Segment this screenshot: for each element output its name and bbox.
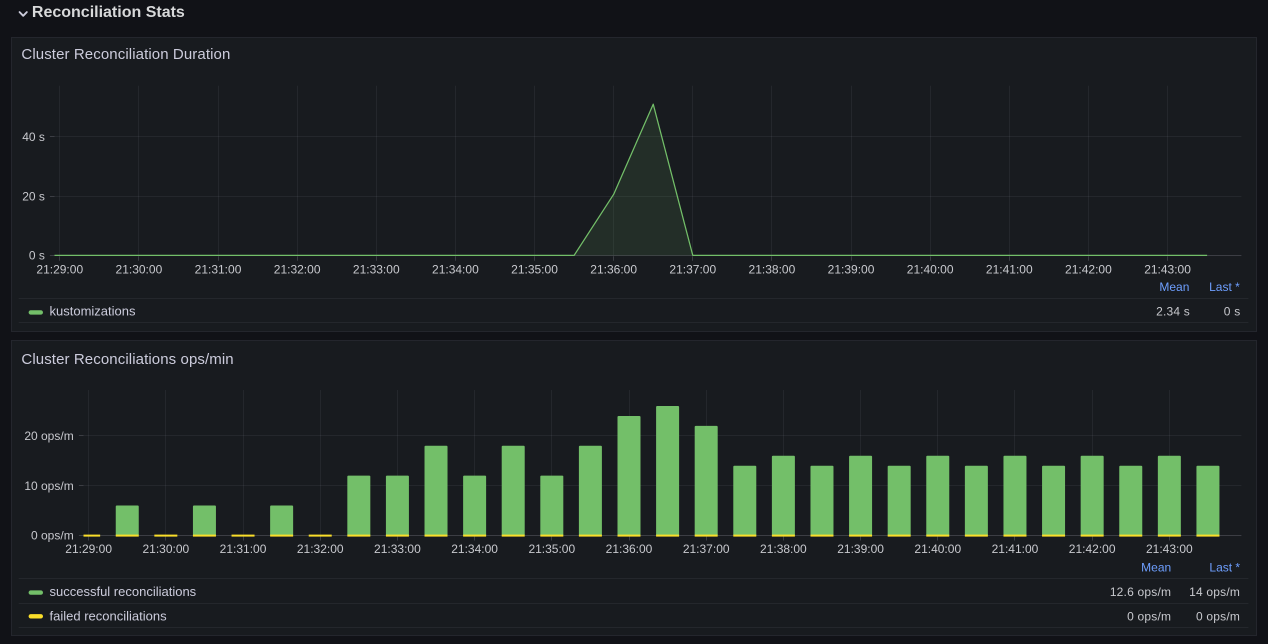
- svg-text:21:37:00: 21:37:00: [669, 263, 716, 277]
- svg-text:21:42:00: 21:42:00: [1065, 263, 1112, 277]
- svg-text:21:30:00: 21:30:00: [116, 263, 163, 277]
- svg-text:21:35:00: 21:35:00: [511, 263, 558, 277]
- svg-text:21:29:00: 21:29:00: [65, 542, 112, 556]
- svg-text:21:37:00: 21:37:00: [683, 542, 730, 556]
- svg-text:14 ops/m: 14 ops/m: [1189, 585, 1240, 599]
- svg-text:failed reconciliations: failed reconciliations: [50, 608, 168, 623]
- svg-text:Cluster Reconciliations ops/mi: Cluster Reconciliations ops/min: [21, 351, 233, 368]
- svg-text:Last *: Last *: [1209, 560, 1240, 574]
- svg-text:21:40:00: 21:40:00: [907, 263, 954, 277]
- svg-text:2.34 s: 2.34 s: [1156, 304, 1190, 318]
- svg-text:21:39:00: 21:39:00: [837, 542, 884, 556]
- svg-text:21:38:00: 21:38:00: [760, 542, 807, 556]
- svg-text:40 s: 40 s: [22, 130, 45, 144]
- svg-text:21:34:00: 21:34:00: [451, 542, 498, 556]
- svg-text:21:42:00: 21:42:00: [1069, 542, 1116, 556]
- svg-text:21:43:00: 21:43:00: [1146, 542, 1193, 556]
- svg-text:0 s: 0 s: [29, 249, 45, 263]
- svg-text:21:33:00: 21:33:00: [353, 263, 400, 277]
- svg-text:21:38:00: 21:38:00: [749, 263, 796, 277]
- svg-text:kustomizations: kustomizations: [50, 303, 136, 318]
- svg-text:Reconciliation Stats: Reconciliation Stats: [32, 4, 185, 21]
- svg-text:20 ops/m: 20 ops/m: [24, 429, 73, 443]
- svg-text:21:36:00: 21:36:00: [590, 263, 637, 277]
- svg-text:20 s: 20 s: [22, 189, 45, 203]
- svg-text:Cluster Reconciliation Duratio: Cluster Reconciliation Duration: [21, 46, 230, 63]
- svg-text:0 ops/m: 0 ops/m: [31, 529, 74, 543]
- svg-text:21:39:00: 21:39:00: [828, 263, 875, 277]
- svg-text:21:31:00: 21:31:00: [220, 542, 267, 556]
- svg-text:0 ops/m: 0 ops/m: [1127, 609, 1171, 623]
- svg-text:Mean: Mean: [1141, 560, 1171, 574]
- svg-text:successful reconciliations: successful reconciliations: [50, 584, 197, 599]
- svg-text:21:29:00: 21:29:00: [36, 263, 83, 277]
- svg-text:21:31:00: 21:31:00: [195, 263, 242, 277]
- svg-text:21:32:00: 21:32:00: [274, 263, 321, 277]
- svg-text:21:34:00: 21:34:00: [432, 263, 479, 277]
- svg-text:0 ops/m: 0 ops/m: [1196, 609, 1240, 623]
- svg-text:21:36:00: 21:36:00: [606, 542, 653, 556]
- svg-text:21:41:00: 21:41:00: [986, 263, 1033, 277]
- svg-text:21:40:00: 21:40:00: [914, 542, 961, 556]
- svg-text:21:35:00: 21:35:00: [528, 542, 575, 556]
- svg-text:0 s: 0 s: [1224, 304, 1241, 318]
- svg-text:21:43:00: 21:43:00: [1144, 263, 1191, 277]
- svg-text:21:30:00: 21:30:00: [142, 542, 189, 556]
- svg-text:21:41:00: 21:41:00: [992, 542, 1039, 556]
- svg-text:21:33:00: 21:33:00: [374, 542, 421, 556]
- svg-text:21:32:00: 21:32:00: [297, 542, 344, 556]
- svg-text:Mean: Mean: [1159, 280, 1189, 294]
- svg-text:10 ops/m: 10 ops/m: [24, 479, 73, 493]
- svg-text:Last *: Last *: [1209, 280, 1240, 294]
- svg-text:12.6 ops/m: 12.6 ops/m: [1110, 585, 1171, 599]
